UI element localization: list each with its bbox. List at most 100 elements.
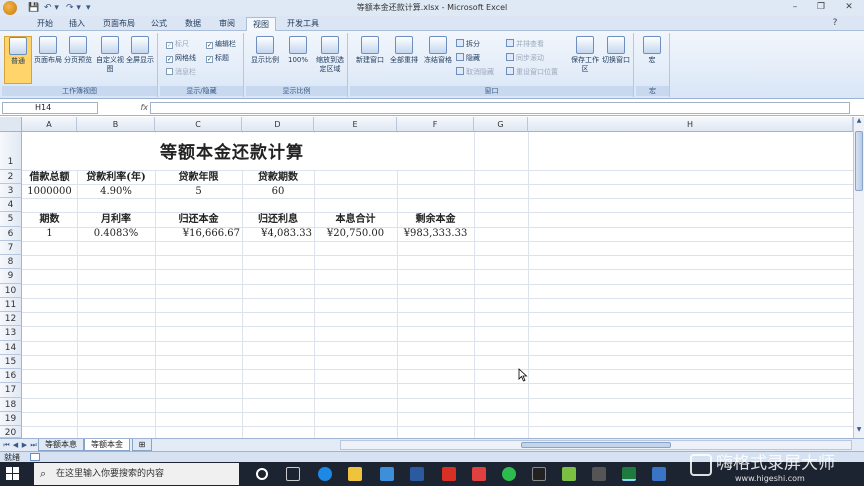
cell-d2[interactable]: 贷款期数	[242, 171, 314, 184]
column-header[interactable]: G	[474, 117, 528, 132]
cell-e6[interactable]: ¥20,750.00	[314, 227, 397, 240]
row-header[interactable]: 7	[0, 241, 22, 255]
row-header[interactable]: 9	[0, 269, 22, 284]
tab-formulas[interactable]: 公式	[144, 17, 174, 31]
cell-b5[interactable]: 月利率	[77, 213, 155, 226]
macro-record-icon[interactable]	[30, 453, 40, 461]
tab-view[interactable]: 视图	[246, 17, 276, 31]
file-explorer-icon[interactable]	[348, 467, 362, 481]
row-header[interactable]: 2	[0, 170, 22, 184]
ruler-checkbox[interactable]: ✓ 标尺	[166, 39, 189, 50]
freeze-panes-button[interactable]: 冻结窗格	[422, 36, 454, 84]
row-header[interactable]: 13	[0, 326, 22, 341]
formula-input[interactable]	[150, 102, 850, 114]
cell-c6[interactable]: ¥16,666.67	[155, 227, 240, 240]
windows-start-icon[interactable]	[6, 467, 20, 481]
reset-window-button[interactable]: 重设窗口位置	[506, 67, 558, 78]
first-sheet-icon[interactable]: ⏮	[2, 440, 11, 451]
row-header[interactable]: 16	[0, 369, 22, 383]
insert-function-icon[interactable]: fx	[104, 102, 148, 114]
save-workspace-button[interactable]: 保存工作区	[570, 36, 600, 84]
row-header[interactable]: 17	[0, 383, 22, 398]
restore-icon[interactable]: ❐	[812, 1, 830, 14]
cell-d3[interactable]: 60	[242, 185, 314, 198]
cell-d5[interactable]: 归还利息	[242, 213, 314, 226]
close-icon[interactable]: ✕	[840, 1, 858, 14]
cell-f6[interactable]: ¥983,333.33	[397, 227, 474, 240]
select-all-corner[interactable]	[0, 117, 22, 132]
row-header[interactable]: 3	[0, 184, 22, 198]
split-button[interactable]: 拆分	[456, 39, 480, 50]
cell-b2[interactable]: 贷款利率(年)	[77, 171, 155, 184]
tab-data[interactable]: 数据	[178, 17, 208, 31]
cell-c2[interactable]: 贷款年限	[155, 171, 242, 184]
row-header[interactable]: 15	[0, 355, 22, 369]
cell-b3[interactable]: 4.90%	[77, 185, 155, 198]
arrange-all-button[interactable]: 全部重排	[388, 36, 420, 84]
cell-e5[interactable]: 本息合计	[314, 213, 397, 226]
page-break-preview-button[interactable]: 分页预览	[64, 36, 92, 84]
row-header[interactable]: 6	[0, 227, 22, 241]
column-header[interactable]: B	[77, 117, 155, 132]
zoom-to-selection-button[interactable]: 缩放到选定区域	[314, 36, 346, 84]
task-view-icon[interactable]	[286, 467, 300, 481]
column-header[interactable]: H	[528, 117, 853, 132]
tab-home[interactable]: 开始	[30, 17, 60, 31]
column-header[interactable]: D	[242, 117, 314, 132]
app-icon[interactable]	[472, 467, 486, 481]
insert-sheet-icon[interactable]: ⊞	[132, 439, 152, 451]
hide-button[interactable]: 隐藏	[456, 53, 480, 64]
cell-a2[interactable]: 借款总额	[22, 171, 77, 184]
vertical-scroll-thumb[interactable]	[855, 131, 863, 191]
tab-page-layout[interactable]: 页面布局	[96, 17, 142, 31]
vertical-scrollbar[interactable]: ▲ ▼	[853, 117, 864, 438]
cell-c3[interactable]: 5	[155, 185, 242, 198]
mail-icon[interactable]	[410, 467, 424, 481]
excel-icon[interactable]	[622, 467, 636, 481]
row-header[interactable]: 10	[0, 284, 22, 298]
edge-browser-icon[interactable]	[318, 467, 332, 481]
message-bar-checkbox[interactable]: 消息栏	[166, 67, 196, 78]
row-header[interactable]: 14	[0, 341, 22, 355]
row-header[interactable]: 1	[0, 132, 22, 170]
unhide-button[interactable]: 取消隐藏	[456, 67, 494, 78]
tab-insert[interactable]: 插入	[62, 17, 92, 31]
scroll-down-icon[interactable]: ▼	[854, 426, 864, 438]
app-red-icon[interactable]	[442, 467, 456, 481]
scroll-up-icon[interactable]: ▲	[854, 117, 864, 129]
new-window-button[interactable]: 新建窗口	[354, 36, 386, 84]
macros-button[interactable]: 宏	[638, 36, 666, 84]
sync-scroll-button[interactable]: 同步滚动	[506, 53, 544, 64]
minimize-icon[interactable]: –	[786, 1, 804, 14]
app-blue-icon[interactable]	[652, 467, 666, 481]
cortana-icon[interactable]	[256, 468, 268, 480]
row-header[interactable]: 11	[0, 298, 22, 312]
row-header[interactable]: 4	[0, 198, 22, 212]
column-header[interactable]: E	[314, 117, 397, 132]
store-icon[interactable]	[380, 467, 394, 481]
camera-icon[interactable]	[592, 467, 606, 481]
column-header[interactable]: C	[155, 117, 242, 132]
row-header[interactable]: 12	[0, 312, 22, 326]
tab-review[interactable]: 审阅	[212, 17, 242, 31]
name-box[interactable]: H14	[2, 102, 98, 114]
wechat-icon[interactable]	[502, 467, 516, 481]
cell-f5[interactable]: 剩余本金	[397, 213, 474, 226]
page-layout-view-button[interactable]: 页面布局	[34, 36, 62, 84]
view-side-by-side-button[interactable]: 并排查看	[506, 39, 544, 50]
cell-d6[interactable]: ¥4,083.33	[242, 227, 312, 240]
taskbar-search-box[interactable]: ⌕ 在这里输入你要搜索的内容	[34, 463, 239, 485]
last-sheet-icon[interactable]: ⏭	[29, 440, 38, 451]
column-header[interactable]: A	[22, 117, 77, 132]
browser-icon[interactable]	[562, 467, 576, 481]
sheet-tab-annuity[interactable]: 等额本息	[38, 439, 84, 451]
help-icon[interactable]: ?	[826, 17, 844, 30]
switch-windows-button[interactable]: 切换窗口	[600, 36, 632, 84]
headings-checkbox[interactable]: ✓ 标题	[206, 53, 229, 64]
qq-icon[interactable]	[532, 467, 546, 481]
prev-sheet-icon[interactable]: ◀	[11, 440, 20, 451]
formula-bar-checkbox[interactable]: ✓ 编辑栏	[206, 39, 236, 50]
row-header[interactable]: 5	[0, 212, 22, 227]
sheet-tab-equal-principal[interactable]: 等额本金	[84, 439, 130, 451]
row-header[interactable]: 20	[0, 426, 22, 438]
